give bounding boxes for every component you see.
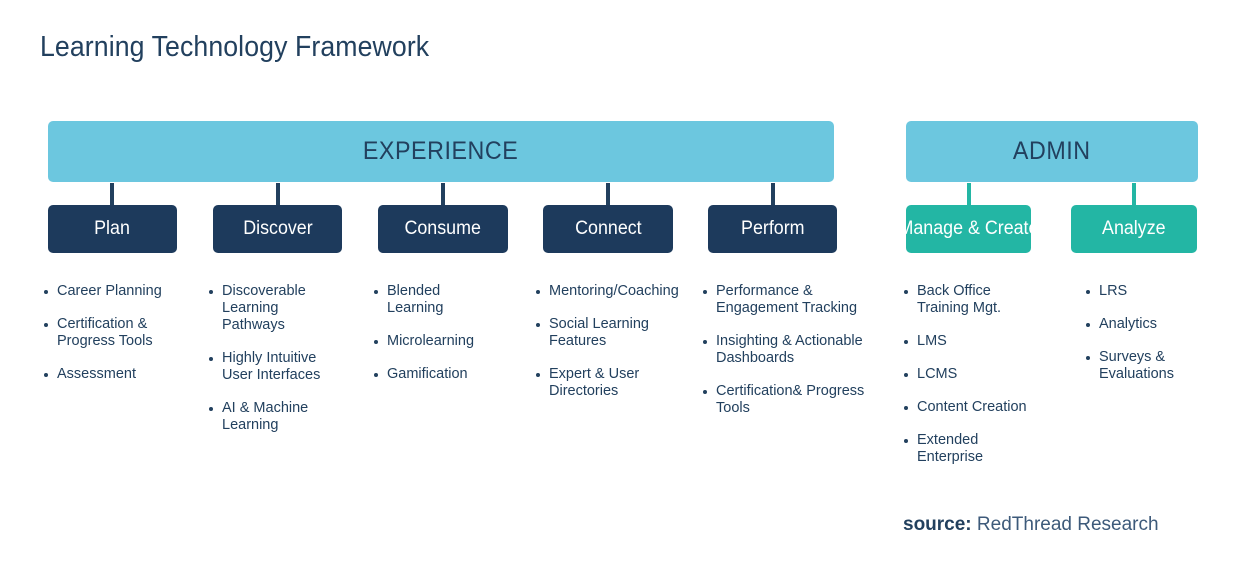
pillar-box-manage-create[interactable]: Manage & Create — [899, 205, 1039, 253]
list-item: Assessment — [43, 366, 183, 383]
list-item: Extended Enterprise — [903, 432, 1033, 466]
list-item: Blended Learning — [373, 283, 493, 317]
list-item: Mentoring/Coaching — [535, 283, 685, 300]
connector-discover — [276, 183, 280, 205]
list-item: Analytics — [1085, 316, 1205, 333]
list-item: Career Planning — [43, 283, 183, 300]
connector-consume — [441, 183, 445, 205]
list-analyze: LRS Analytics Surveys & Evaluations — [1085, 283, 1205, 399]
framework-diagram: Learning Technology Framework EXPERIENCE… — [0, 0, 1250, 569]
pillar-label-manage-create: Manage & Create — [898, 218, 1039, 239]
list-item: Back Office Training Mgt. — [903, 283, 1033, 317]
group-header-admin-label: ADMIN — [1013, 137, 1091, 165]
pillar-box-plan[interactable]: Plan — [48, 205, 177, 253]
pillar-box-perform[interactable]: Perform — [708, 205, 837, 253]
pillar-label-analyze: Analyze — [1102, 218, 1166, 239]
group-header-experience-label: EXPERIENCE — [363, 137, 519, 165]
pillar-label-plan: Plan — [94, 218, 131, 239]
list-item: Gamification — [373, 366, 493, 383]
pillar-box-consume[interactable]: Consume — [378, 205, 508, 253]
list-manage-create: Back Office Training Mgt. LMS LCMS Content … — [903, 283, 1033, 482]
connector-analyze — [1132, 183, 1136, 205]
group-header-admin: ADMIN — [906, 121, 1198, 182]
connector-perform — [771, 183, 775, 205]
list-discover: Discoverable Learning Pathways Highly Int… — [208, 283, 330, 450]
source-line: source: RedThread Research — [903, 514, 1159, 536]
pillar-label-consume: Consume — [404, 218, 482, 239]
pillar-label-connect: Connect — [574, 218, 642, 239]
list-item: Social Learning Features — [535, 316, 685, 350]
source-value: RedThread Research — [976, 514, 1159, 535]
list-item: Microlearning — [373, 333, 493, 350]
list-item: Discoverable Learning Pathways — [208, 283, 330, 334]
list-consume: Blended Learning Microlearning Gamificatio… — [373, 283, 493, 399]
list-plan: Career Planning Certification & Progress … — [43, 283, 183, 399]
list-item: Surveys & Evaluations — [1085, 349, 1205, 383]
list-connect: Mentoring/Coaching Social Learning Featur… — [535, 283, 685, 416]
list-item: Highly Intuitive User Interfaces — [208, 350, 330, 384]
list-item: LMS — [903, 333, 1033, 350]
pillar-label-discover: Discover — [242, 218, 313, 239]
list-item: Insighting & Actionable Dashboards — [702, 333, 882, 367]
list-item: Content Creation — [903, 399, 1033, 416]
connector-connect — [606, 183, 610, 205]
pillar-box-discover[interactable]: Discover — [213, 205, 342, 253]
list-item: LCMS — [903, 366, 1033, 383]
list-item: Performance & Engagement Tracking — [702, 283, 882, 317]
list-item: Certification& Progress Tools — [702, 383, 882, 417]
source-label: source: — [903, 514, 972, 535]
pillar-box-analyze[interactable]: Analyze — [1071, 205, 1197, 253]
connector-manage-create — [967, 183, 971, 205]
list-item: Expert & User Directories — [535, 366, 685, 400]
pillar-box-connect[interactable]: Connect — [543, 205, 673, 253]
list-perform: Performance & Engagement Tracking Insight… — [702, 283, 882, 433]
connector-plan — [110, 183, 114, 205]
list-item: LRS — [1085, 283, 1205, 300]
page-title: Learning Technology Framework — [40, 31, 430, 63]
group-header-experience: EXPERIENCE — [48, 121, 834, 182]
pillar-label-perform: Perform — [740, 218, 805, 239]
list-item: Certification & Progress Tools — [43, 316, 183, 350]
list-item: AI & Machine Learning — [208, 400, 330, 434]
